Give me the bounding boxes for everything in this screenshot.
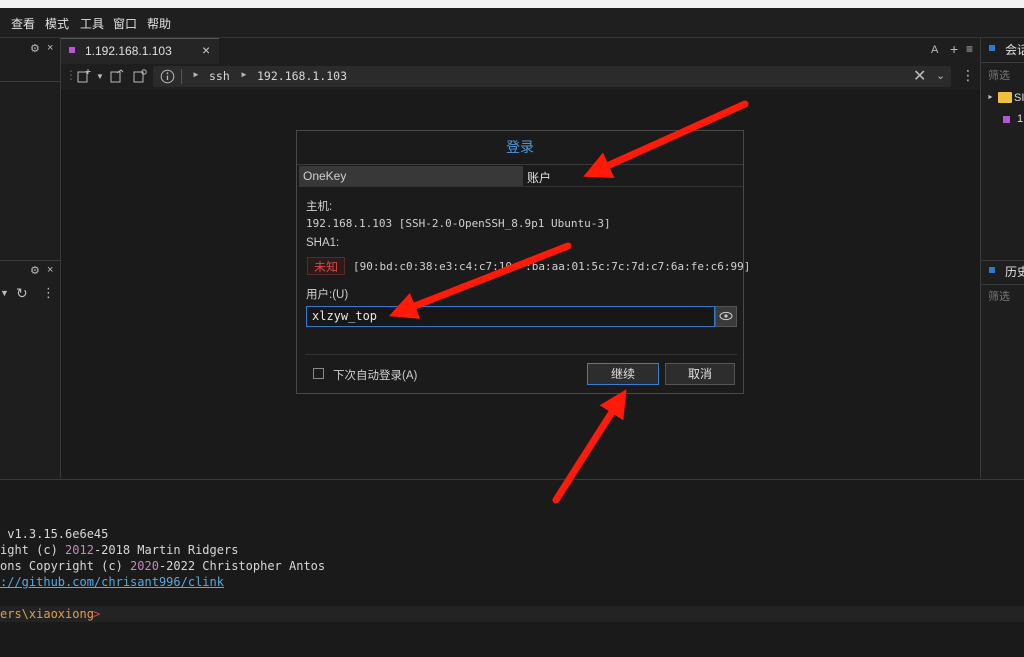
annotation-arrow [388, 242, 572, 319]
annotation-arrows [388, 100, 749, 504]
annotation-arrow [583, 100, 749, 179]
annotation-arrow [552, 389, 627, 504]
